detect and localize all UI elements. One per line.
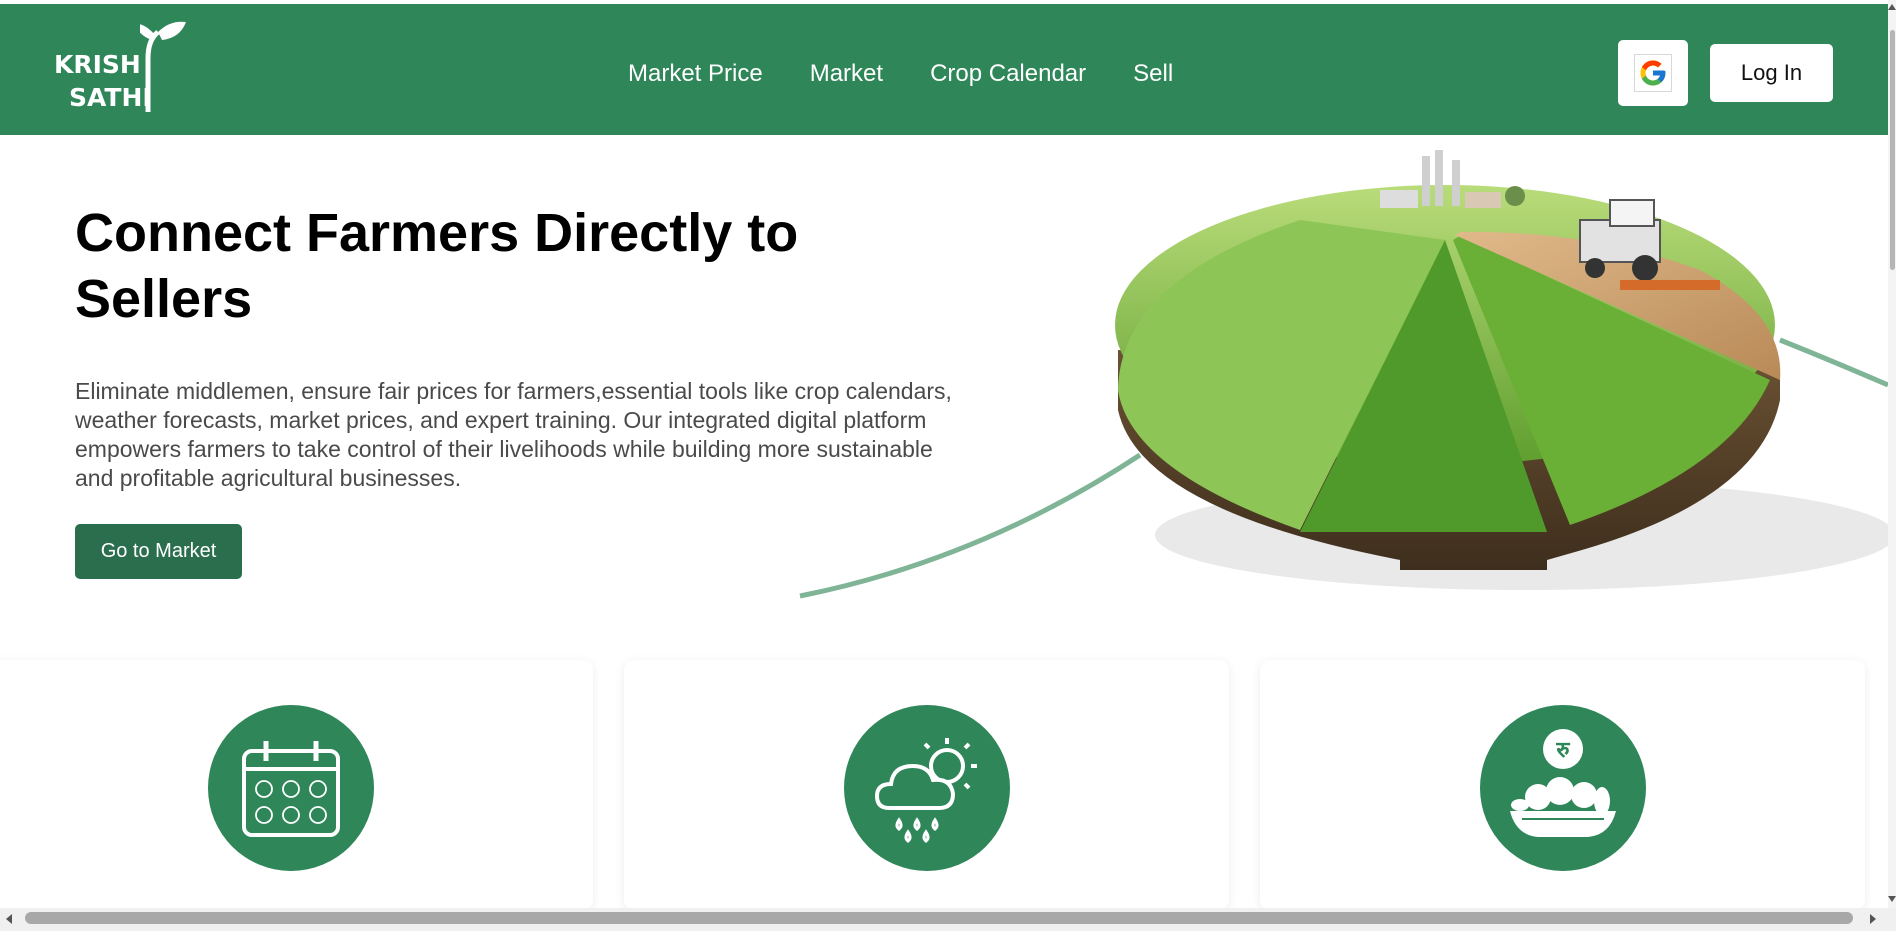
logo-line-2: SATHI	[69, 83, 152, 112]
cloud-sun-rain-glyph	[874, 738, 977, 843]
main-nav: Market Price Market Crop Calendar Sell	[628, 56, 1173, 91]
scroll-up-arrow-icon[interactable]	[1888, 4, 1896, 10]
scroll-down-arrow-icon[interactable]	[1888, 896, 1896, 902]
crop-calendar-icon	[207, 705, 374, 871]
login-button[interactable]: Log In	[1710, 44, 1833, 102]
top-nav-bar: KRISH SATHI Market Price Market Crop Cal…	[0, 4, 1888, 135]
scroll-left-arrow-icon[interactable]	[6, 914, 12, 924]
go-to-market-button[interactable]: Go to Market	[75, 524, 242, 579]
krishi-sathi-logo[interactable]: KRISH SATHI	[52, 18, 186, 118]
nav-market[interactable]: Market	[810, 56, 883, 91]
weather-icon	[843, 705, 1010, 871]
farmland-pie-illustration	[799, 150, 1888, 599]
google-icon-frame	[1634, 54, 1672, 92]
scroll-right-arrow-icon[interactable]	[1870, 914, 1876, 924]
logo-text: KRISH SATHI	[54, 48, 152, 114]
nav-crop-calendar[interactable]: Crop Calendar	[930, 56, 1086, 91]
sprout-icon	[140, 21, 186, 112]
logo-line-1: KRISH	[54, 50, 141, 79]
nav-sell[interactable]: Sell	[1133, 56, 1173, 91]
feature-card-crop-calendar[interactable]	[0, 660, 593, 910]
google-g-icon	[1640, 60, 1666, 86]
vertical-scrollbar-thumb[interactable]	[1890, 30, 1895, 270]
market-price-basket-icon: रु	[1479, 705, 1646, 871]
google-signin-button[interactable]	[1618, 40, 1688, 106]
calendar-glyph	[241, 741, 340, 837]
rupee-symbol: रु	[1555, 738, 1570, 763]
feature-card-market-price[interactable]: रु	[1260, 660, 1865, 910]
nav-market-price[interactable]: Market Price	[628, 56, 763, 91]
feature-card-weather[interactable]	[624, 660, 1229, 910]
basket-glyph: रु	[1509, 729, 1616, 837]
horizontal-scrollbar-thumb[interactable]	[25, 912, 1853, 924]
